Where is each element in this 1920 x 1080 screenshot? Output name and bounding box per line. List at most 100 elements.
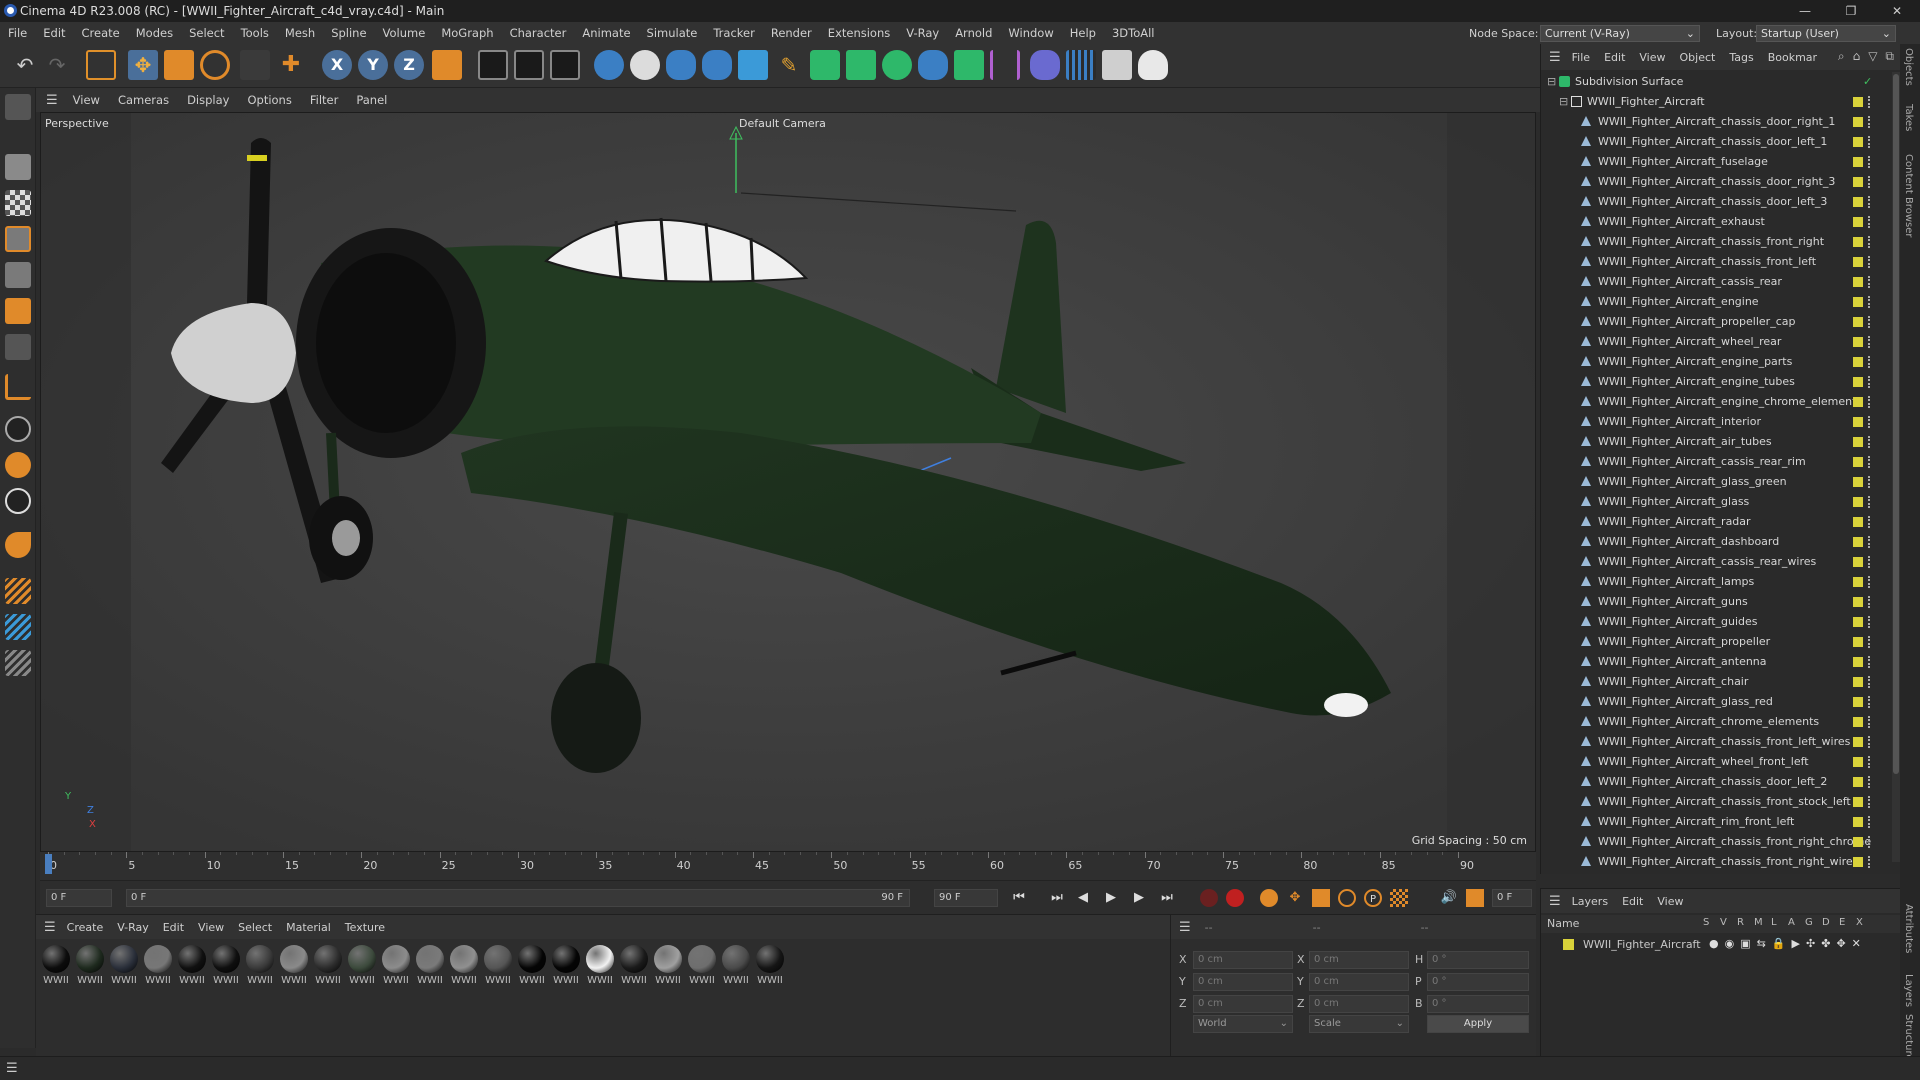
- material-preview-ball[interactable]: [76, 945, 104, 973]
- material-menu-select[interactable]: Select: [231, 921, 279, 934]
- layer-tag-icon[interactable]: [1853, 717, 1863, 727]
- render-picture-viewer-icon[interactable]: [514, 50, 544, 80]
- object-row-group[interactable]: ⊟ WWII_Fighter_Aircraft: [1541, 92, 1891, 112]
- material-preview-ball[interactable]: [110, 945, 138, 973]
- object-name[interactable]: WWII_Fighter_Aircraft_dashboard: [1598, 532, 1779, 552]
- material-swatch[interactable]: WWII: [416, 945, 444, 986]
- visibility-dots-icon[interactable]: [1868, 716, 1874, 728]
- visibility-dots-icon[interactable]: [1868, 396, 1874, 408]
- snap-3d-icon[interactable]: [5, 488, 31, 514]
- material-preview-ball[interactable]: [280, 945, 308, 973]
- layer-tag-icon[interactable]: [1853, 337, 1863, 347]
- home-icon[interactable]: ⌂: [1853, 49, 1861, 64]
- visibility-dots-icon[interactable]: [1868, 476, 1874, 488]
- visibility-dots-icon[interactable]: [1868, 256, 1874, 268]
- object-row[interactable]: WWII_Fighter_Aircraft_propeller_cap: [1541, 312, 1891, 332]
- layer-col-e[interactable]: E: [1839, 917, 1845, 928]
- material-menu-material[interactable]: Material: [279, 921, 338, 934]
- hamburger-icon[interactable]: ☰: [1549, 50, 1561, 65]
- camera-icon[interactable]: [1102, 50, 1132, 80]
- viewport-menu-options[interactable]: Options: [238, 93, 300, 107]
- preview-max-field[interactable]: 0 F: [1492, 889, 1532, 907]
- object-row[interactable]: WWII_Fighter_Aircraft_engine_tubes: [1541, 372, 1891, 392]
- object-name[interactable]: Subdivision Surface: [1575, 72, 1683, 92]
- cube-primitive-icon[interactable]: [738, 50, 768, 80]
- field-icon[interactable]: [954, 50, 984, 80]
- object-row[interactable]: WWII_Fighter_Aircraft_chassis_front_stoc…: [1541, 792, 1891, 812]
- layer-tag-icon[interactable]: [1853, 397, 1863, 407]
- object-row[interactable]: WWII_Fighter_Aircraft_propeller: [1541, 632, 1891, 652]
- object-name[interactable]: WWII_Fighter_Aircraft_chassis_front_left: [1598, 252, 1816, 272]
- object-name[interactable]: WWII_Fighter_Aircraft_glass_green: [1598, 472, 1787, 492]
- snap-settings-icon[interactable]: [5, 452, 31, 478]
- object-name[interactable]: WWII_Fighter_Aircraft_guides: [1598, 612, 1758, 632]
- world-select[interactable]: World ⌄: [1193, 1015, 1293, 1033]
- object-name[interactable]: WWII_Fighter_Aircraft_cassis_rear: [1598, 272, 1782, 292]
- object-row-root[interactable]: ⊟ Subdivision Surface ✓: [1541, 72, 1891, 92]
- object-name[interactable]: WWII_Fighter_Aircraft_cassis_rear_rim: [1598, 452, 1806, 472]
- menu-file[interactable]: File: [0, 26, 35, 40]
- python-icon[interactable]: [666, 50, 696, 80]
- new-window-icon[interactable]: ⧉: [1885, 49, 1894, 64]
- layout-select[interactable]: Startup (User) ⌄: [1756, 25, 1896, 42]
- object-row[interactable]: WWII_Fighter_Aircraft_chrome_elements: [1541, 712, 1891, 732]
- layer-tag-icon[interactable]: [1853, 797, 1863, 807]
- layer-tag-icon[interactable]: [1853, 657, 1863, 667]
- material-preview-ball[interactable]: [688, 945, 716, 973]
- edges-mode-icon[interactable]: [5, 262, 31, 288]
- menu-modes[interactable]: Modes: [128, 26, 181, 40]
- visibility-dots-icon[interactable]: [1868, 496, 1874, 508]
- layer-col-r[interactable]: R: [1737, 917, 1744, 928]
- menu-character[interactable]: Character: [502, 26, 575, 40]
- minimize-button[interactable]: —: [1782, 0, 1828, 22]
- material-menu-edit[interactable]: Edit: [156, 921, 191, 934]
- object-scrollbar-thumb[interactable]: [1893, 74, 1899, 774]
- scale-icon[interactable]: [164, 50, 194, 80]
- object-name[interactable]: WWII_Fighter_Aircraft_chair: [1598, 672, 1748, 692]
- hamburger-icon[interactable]: ☰: [1549, 894, 1561, 909]
- object-row[interactable]: WWII_Fighter_Aircraft_air_tubes: [1541, 432, 1891, 452]
- object-row[interactable]: WWII_Fighter_Aircraft_chassis_front_left…: [1541, 732, 1891, 752]
- object-name[interactable]: WWII_Fighter_Aircraft_antenna: [1598, 652, 1767, 672]
- maximize-button[interactable]: ❐: [1828, 0, 1874, 22]
- object-row[interactable]: WWII_Fighter_Aircraft_chassis_door_left_…: [1541, 772, 1891, 792]
- measure-icon[interactable]: [990, 50, 1020, 80]
- hamburger-icon[interactable]: ☰: [46, 93, 58, 108]
- object-name[interactable]: WWII_Fighter_Aircraft_chassis_door_left_…: [1598, 772, 1827, 792]
- menu-3dtoall[interactable]: 3DToAll: [1104, 26, 1163, 40]
- layer-tag-icon[interactable]: [1853, 617, 1863, 627]
- object-name[interactable]: WWII_Fighter_Aircraft_glass: [1598, 492, 1749, 512]
- material-swatch[interactable]: WWII: [688, 945, 716, 986]
- visibility-dots-icon[interactable]: [1868, 236, 1874, 248]
- side-tab-objects[interactable]: Objects: [1903, 48, 1914, 86]
- end-frame-field[interactable]: 90 F: [934, 889, 998, 907]
- coord-pos-z-field[interactable]: 0 cm: [1193, 995, 1293, 1013]
- object-name[interactable]: WWII_Fighter_Aircraft: [1587, 92, 1705, 112]
- object-name[interactable]: WWII_Fighter_Aircraft_chassis_door_right…: [1598, 172, 1835, 192]
- coordinate-system-icon[interactable]: [432, 50, 462, 80]
- mograph-cloner-icon[interactable]: [882, 50, 912, 80]
- timeline-playhead[interactable]: [45, 854, 52, 874]
- object-name[interactable]: WWII_Fighter_Aircraft_interior: [1598, 412, 1761, 432]
- layer-tag-icon[interactable]: [1853, 537, 1863, 547]
- layer-tag-icon[interactable]: [1853, 737, 1863, 747]
- material-preview-ball[interactable]: [348, 945, 376, 973]
- z-axis-icon[interactable]: Z: [394, 50, 424, 80]
- frame-range-slider[interactable]: 0 F 90 F: [126, 889, 910, 907]
- material-preview-ball[interactable]: [144, 945, 172, 973]
- material-swatch[interactable]: WWII: [654, 945, 682, 986]
- menu-render[interactable]: Render: [763, 26, 820, 40]
- play-icon[interactable]: ▶: [1102, 889, 1120, 907]
- apply-button[interactable]: Apply: [1427, 1015, 1529, 1033]
- layer-col-d[interactable]: D: [1822, 917, 1830, 928]
- object-row[interactable]: WWII_Fighter_Aircraft_chassis_front_righ…: [1541, 832, 1891, 852]
- layer-tag-icon[interactable]: [1853, 317, 1863, 327]
- visibility-dots-icon[interactable]: [1868, 296, 1874, 308]
- material-preview-ball[interactable]: [212, 945, 240, 973]
- visibility-dots-icon[interactable]: [1868, 276, 1874, 288]
- layer-tag-icon[interactable]: [1853, 157, 1863, 167]
- layer-col-name[interactable]: Name: [1547, 917, 1579, 930]
- material-preview-ball[interactable]: [450, 945, 478, 973]
- generator-icon[interactable]: [846, 50, 876, 80]
- hamburger-icon[interactable]: ☰: [6, 1061, 18, 1076]
